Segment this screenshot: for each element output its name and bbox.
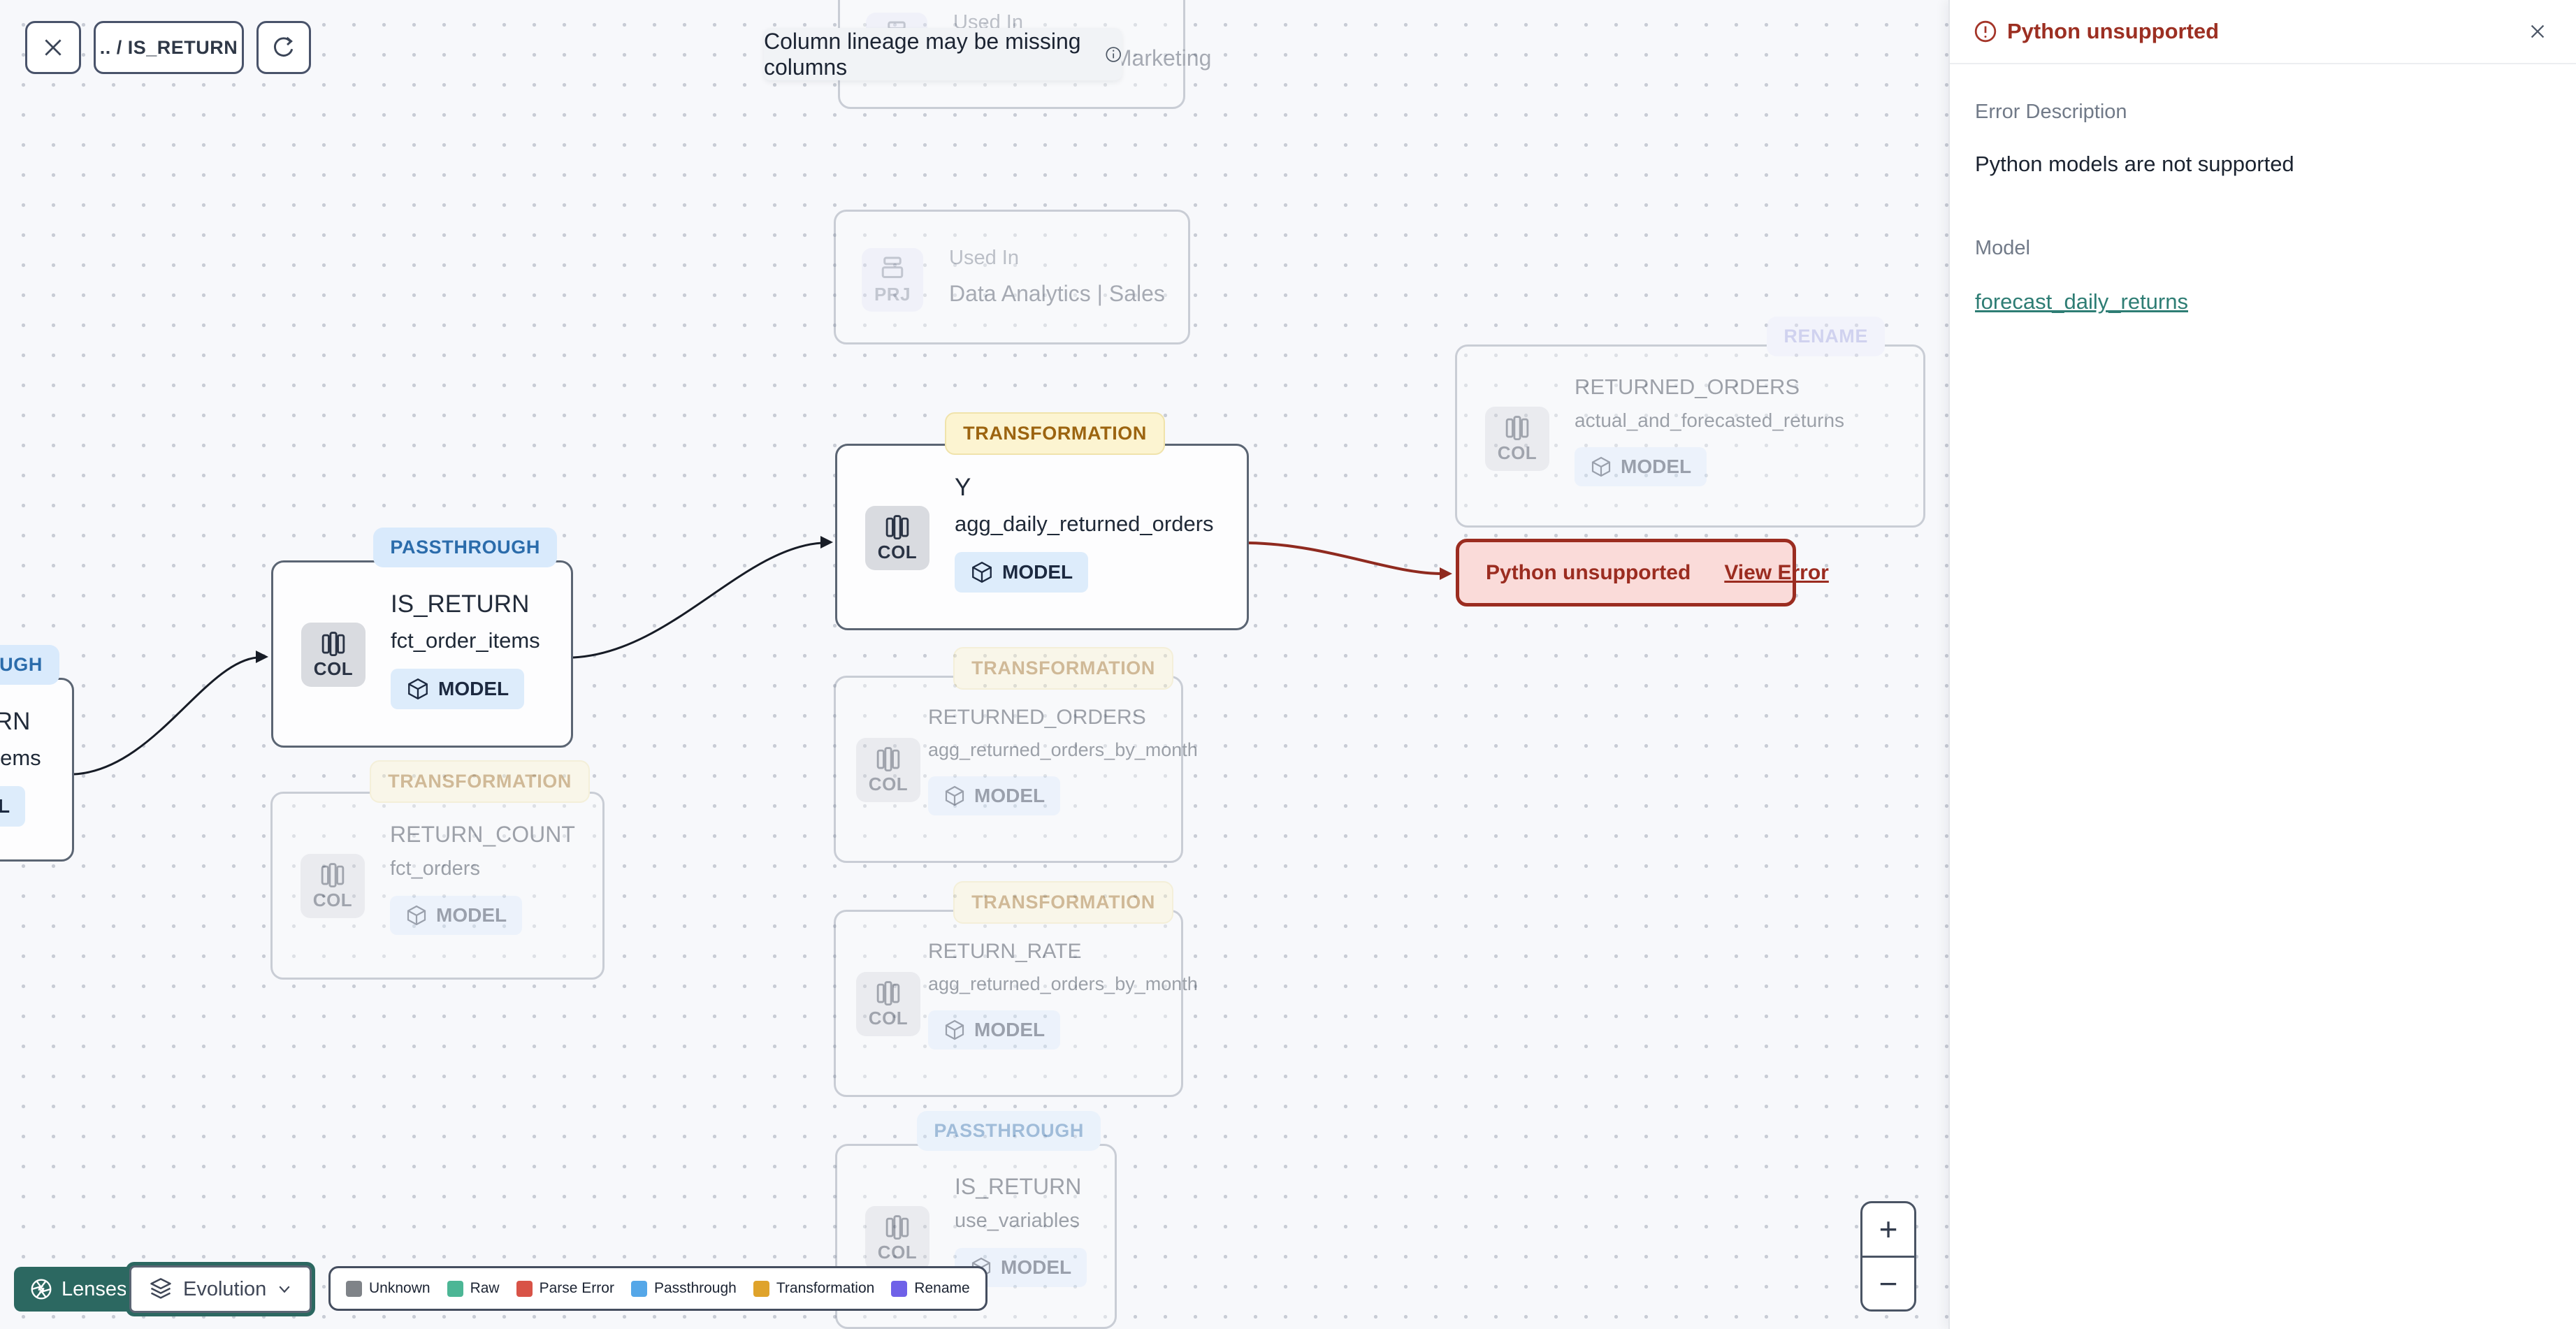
node-title: Used In <box>949 247 1019 269</box>
model-tag: MODEL <box>1575 447 1707 486</box>
lineage-node-fct-order-items[interactable]: PASSTHROUGH COL IS_RETURN fct_order_item… <box>271 528 573 748</box>
lineage-node-agg-daily-returned-orders[interactable]: TRANSFORMATION COL Y agg_daily_returned_… <box>835 412 1249 630</box>
transformation-badge: TRANSFORMATION <box>370 760 590 803</box>
column-icon: COL <box>301 623 366 687</box>
refresh-button[interactable] <box>256 21 311 74</box>
layers-icon <box>150 1278 171 1299</box>
model-link[interactable]: forecast_daily_returns <box>1975 289 2188 314</box>
model-tag: MODEL <box>928 1010 1061 1050</box>
chevron-down-icon <box>279 1286 290 1293</box>
model-tag: MODEL <box>955 552 1089 593</box>
lineage-node-return-count[interactable]: TRANSFORMATION COL RETURN_COUNT fct_orde… <box>270 760 605 980</box>
column-icon: COL <box>1485 407 1549 471</box>
model-tag: MODEL <box>0 786 26 827</box>
lineage-canvas[interactable]: PRJ Used In Data Analytics | Marketing P… <box>0 0 1948 1329</box>
legend-item-rename: Rename <box>891 1280 970 1297</box>
cube-icon <box>945 785 964 806</box>
node-title: IS_RETURN <box>0 708 31 735</box>
legend-item-unknown: Unknown <box>346 1280 430 1297</box>
passthrough-badge: PASSTHROUGH <box>0 645 59 685</box>
info-icon[interactable] <box>1105 44 1122 65</box>
lens-aperture-icon <box>31 1279 52 1300</box>
column-icon: COL <box>856 738 920 802</box>
model-tag: MODEL <box>391 669 525 709</box>
close-icon <box>45 39 61 56</box>
passthrough-badge: PASSTHROUGH <box>373 528 557 567</box>
close-lineage-button[interactable] <box>25 21 81 74</box>
panel-header: Python unsupported <box>1950 0 2576 64</box>
column-icon: COL <box>856 972 920 1036</box>
model-tag: MODEL <box>928 776 1061 815</box>
close-icon <box>2531 24 2545 38</box>
model-tag: MODEL <box>390 896 523 935</box>
project-icon: PRJ <box>862 248 923 312</box>
panel-body: Error Description Python models are not … <box>1950 64 2576 351</box>
legend-swatch <box>346 1280 362 1297</box>
cube-icon <box>1591 456 1611 477</box>
node-title: RETURN_RATE <box>928 940 1082 963</box>
cube-icon <box>407 905 426 926</box>
node-subtitle: fct_order_items <box>0 746 41 770</box>
node-title: IS_RETURN <box>391 590 530 618</box>
cube-icon <box>408 678 428 700</box>
lens-legend: Unknown Raw Parse Error Passthrough Tran… <box>328 1266 987 1311</box>
alert-circle-icon <box>1974 20 1997 43</box>
panel-close-button[interactable] <box>2527 21 2548 42</box>
lineage-node-actual-and-forecasted-returns[interactable]: RENAME COL RETURNED_ORDERS actual_and_fo… <box>1455 317 1925 528</box>
column-icon: COL <box>865 506 929 570</box>
zoom-out-button[interactable]: − <box>1862 1258 1914 1310</box>
node-title: RETURNED_ORDERS <box>1575 375 1800 399</box>
error-badge-label: Python unsupported <box>1486 560 1691 584</box>
zoom-in-button[interactable]: + <box>1862 1203 1914 1256</box>
legend-item-passthrough: Passthrough <box>630 1280 737 1297</box>
node-subtitle: agg_returned_orders_by_month <box>928 973 1198 994</box>
node-subtitle: fct_order_items <box>391 628 540 653</box>
lineage-node-clipped-left[interactable]: PASSTHROUGH IS_RETURN fct_order_items MO… <box>0 645 74 862</box>
passthrough-badge: PASSTHROUGH <box>917 1111 1101 1151</box>
lens-dropdown[interactable]: Evolution <box>126 1262 316 1316</box>
node-subtitle: actual_and_forecasted_returns <box>1575 409 1845 431</box>
node-subtitle: use_variables <box>955 1210 1080 1232</box>
node-subtitle: agg_daily_returned_orders <box>955 511 1214 536</box>
node-subtitle: agg_returned_orders_by_month <box>928 739 1198 760</box>
legend-swatch <box>753 1280 769 1297</box>
column-icon: COL <box>865 1206 929 1270</box>
lineage-node-used-in-sales[interactable]: PRJ Used In Data Analytics | Sales <box>834 210 1190 344</box>
node-title: RETURNED_ORDERS <box>928 706 1146 729</box>
error-detail-panel: Python unsupported Error Description Pyt… <box>1948 0 2576 1329</box>
node-title: RETURN_COUNT <box>390 822 575 847</box>
model-label: Model <box>1975 237 2030 259</box>
edge-error-badge[interactable]: Python unsupported View Error <box>1456 539 1829 607</box>
node-subtitle: fct_orders <box>390 857 480 880</box>
breadcrumb[interactable]: .. / IS_RETURN <box>94 21 244 74</box>
node-title: IS_RETURN <box>955 1174 1082 1199</box>
node-title: Y <box>955 474 971 501</box>
legend-item-raw: Raw <box>447 1280 500 1297</box>
transformation-badge: TRANSFORMATION <box>953 881 1173 924</box>
legend-swatch <box>516 1280 533 1297</box>
error-description-text: Python models are not supported <box>1975 152 2294 176</box>
rename-badge: RENAME <box>1767 317 1885 356</box>
refresh-icon <box>274 36 294 57</box>
cube-icon <box>972 561 992 583</box>
column-icon: COL <box>301 854 365 918</box>
lineage-warning-banner: Column lineage may be missing columns <box>764 28 1122 80</box>
error-description-label: Error Description <box>1975 101 2127 123</box>
legend-swatch <box>447 1280 463 1297</box>
legend-item-parse-error: Parse Error <box>516 1280 614 1297</box>
view-error-link[interactable]: View Error <box>1724 561 1829 585</box>
lineage-node-return-rate[interactable]: TRANSFORMATION COL RETURN_RATE agg_retur… <box>834 881 1198 1097</box>
legend-swatch <box>891 1280 908 1297</box>
legend-item-transformation: Transformation <box>753 1280 874 1297</box>
cube-icon <box>945 1019 964 1040</box>
lenses-button[interactable]: Lenses <box>14 1267 143 1312</box>
lineage-node-returned-orders[interactable]: TRANSFORMATION COL RETURNED_ORDERS agg_r… <box>834 647 1198 863</box>
panel-title: Python unsupported <box>2007 19 2220 43</box>
transformation-badge: TRANSFORMATION <box>953 647 1173 690</box>
legend-swatch <box>630 1280 647 1297</box>
transformation-badge: TRANSFORMATION <box>945 412 1165 455</box>
zoom-controls: + − <box>1860 1201 1916 1312</box>
node-subtitle: Data Analytics | Sales <box>949 281 1165 306</box>
